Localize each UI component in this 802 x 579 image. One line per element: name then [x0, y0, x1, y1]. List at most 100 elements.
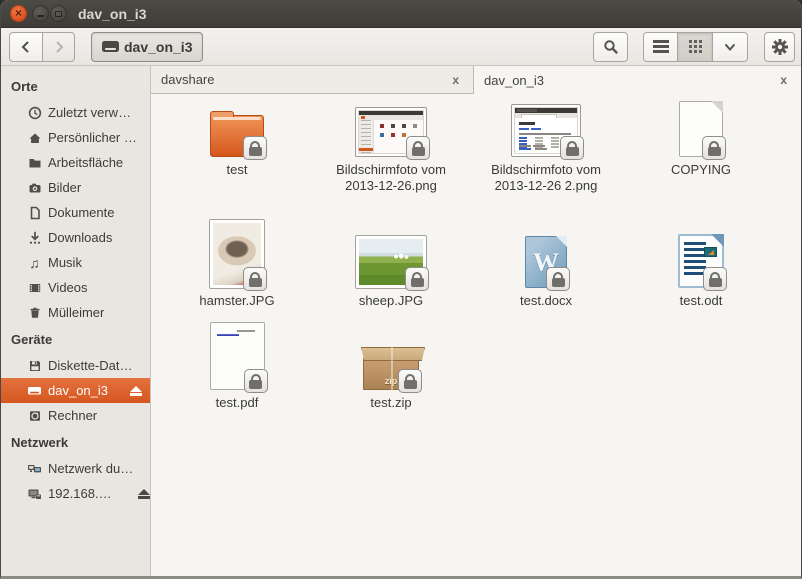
sidebar-item-music[interactable]: ♫ Musik	[1, 250, 150, 275]
file-item-odt[interactable]: test.odt	[631, 218, 771, 309]
sidebar-item-label: Dokumente	[48, 205, 114, 220]
file-name: test	[227, 162, 248, 178]
back-chevron-icon	[19, 40, 33, 54]
location-button[interactable]: dav_on_i3	[91, 32, 203, 62]
tab-bar: davshare x dav_on_i3 x	[151, 66, 801, 94]
back-button[interactable]	[9, 32, 42, 62]
tab-dav-on-i3[interactable]: dav_on_i3 x	[474, 66, 801, 94]
close-window-button[interactable]: ×	[10, 5, 27, 22]
lock-emblem-icon	[243, 136, 267, 160]
lock-emblem-icon	[244, 369, 268, 393]
lock-emblem-icon	[243, 267, 267, 291]
file-item-test-folder[interactable]: test	[167, 100, 307, 178]
list-view-button[interactable]	[643, 32, 678, 62]
lock-emblem-icon	[405, 267, 429, 291]
file-name: Bildschirmfoto vom 2013-12-26 2.png	[477, 162, 615, 194]
file-name: Bildschirmfoto vom 2013-12-26.png	[322, 162, 460, 194]
sidebar-item-dav-on-i3[interactable]: dav_on_i3	[1, 378, 150, 403]
view-options-dropdown[interactable]	[713, 32, 748, 62]
chevron-down-icon	[723, 40, 737, 54]
drive-icon	[27, 383, 42, 398]
search-icon	[603, 39, 619, 55]
sidebar-item-label: 192.168.…	[48, 486, 112, 501]
gear-icon	[771, 38, 789, 56]
file-manager-window: × dav_on_i3 dav_on_i3	[0, 0, 802, 579]
sidebar-item-computer[interactable]: Rechner	[1, 403, 150, 428]
sidebar-item-network-browse[interactable]: Netzwerk du…	[1, 456, 150, 481]
close-icon: ×	[15, 7, 22, 19]
sidebar-item-label: dav_on_i3	[48, 383, 108, 398]
sidebar-item-videos[interactable]: Videos	[1, 275, 150, 300]
sidebar-item-pictures[interactable]: Bilder	[1, 175, 150, 200]
floppy-icon	[27, 358, 42, 373]
file-name: hamster.JPG	[199, 293, 274, 309]
sidebar-item-home[interactable]: Persönlicher …	[1, 125, 150, 150]
maximize-window-button[interactable]	[50, 5, 67, 22]
maximize-icon	[55, 11, 62, 17]
file-item-zip[interactable]: zip test.zip	[321, 320, 461, 411]
file-name: test.zip	[370, 395, 411, 411]
main-area: Orte Zuletzt verw… Persönlicher … Arbeit…	[1, 66, 801, 576]
lock-emblem-icon	[703, 267, 727, 291]
file-item-copying[interactable]: COPYING	[631, 100, 771, 178]
navigation-buttons	[9, 32, 75, 62]
home-icon	[27, 130, 42, 145]
sidebar-item-label: Zuletzt verw…	[48, 105, 131, 120]
file-item-screenshot-1[interactable]: Bildschirmfoto vom 2013-12-26.png	[321, 100, 461, 194]
desktop-folder-icon	[27, 155, 42, 170]
file-item-docx[interactable]: W test.docx	[476, 218, 616, 309]
sidebar-item-label: Diskette-Dat…	[48, 358, 133, 373]
sidebar-header-devices: Geräte	[1, 325, 150, 353]
document-icon	[27, 205, 42, 220]
lock-emblem-icon	[406, 136, 430, 160]
content-pane: davshare x dav_on_i3 x test	[151, 66, 801, 576]
eject-button[interactable]	[130, 386, 142, 396]
sidebar: Orte Zuletzt verw… Persönlicher … Arbeit…	[1, 66, 151, 576]
sidebar-item-label: Bilder	[48, 180, 81, 195]
sidebar-item-desktop[interactable]: Arbeitsfläche	[1, 150, 150, 175]
sidebar-item-label: Arbeitsfläche	[48, 155, 123, 170]
file-item-pdf[interactable]: test.pdf	[167, 320, 307, 411]
minimize-window-button[interactable]	[32, 5, 49, 22]
minimize-icon	[37, 15, 44, 17]
sidebar-item-label: Mülleimer	[48, 305, 104, 320]
file-item-screenshot-2[interactable]: Bildschirmfoto vom 2013-12-26 2.png	[476, 100, 616, 194]
file-item-hamster[interactable]: hamster.JPG	[167, 218, 307, 309]
titlebar[interactable]: × dav_on_i3	[1, 0, 801, 28]
sidebar-item-remote-server[interactable]: 192.168.…	[1, 481, 150, 506]
clock-icon	[27, 105, 42, 120]
file-grid[interactable]: test Bildschirmfoto vom 2013-12-26.png	[151, 94, 801, 576]
tab-close-icon[interactable]: x	[776, 71, 791, 89]
lock-emblem-icon	[546, 267, 570, 291]
grid-view-button[interactable]	[678, 32, 713, 62]
file-name: test.odt	[680, 293, 723, 309]
drive-icon	[102, 41, 119, 52]
list-view-icon	[653, 40, 669, 43]
sidebar-item-documents[interactable]: Dokumente	[1, 200, 150, 225]
computer-icon	[27, 408, 42, 423]
toolbar: dav_on_i3	[1, 28, 801, 66]
tab-davshare[interactable]: davshare x	[151, 66, 474, 94]
tab-close-icon[interactable]: x	[448, 71, 463, 89]
sidebar-item-recent[interactable]: Zuletzt verw…	[1, 100, 150, 125]
tab-label: davshare	[161, 72, 448, 87]
sidebar-item-trash[interactable]: Mülleimer	[1, 300, 150, 325]
sidebar-item-label: Videos	[48, 280, 88, 295]
file-item-sheep[interactable]: sheep.JPG	[321, 218, 461, 309]
sidebar-item-floppy[interactable]: Diskette-Dat…	[1, 353, 150, 378]
sidebar-item-label: Downloads	[48, 230, 112, 245]
settings-button[interactable]	[764, 32, 795, 62]
search-button[interactable]	[593, 32, 628, 62]
camera-icon	[27, 180, 42, 195]
sidebar-item-label: Rechner	[48, 408, 97, 423]
remote-server-icon	[27, 486, 42, 501]
location-label: dav_on_i3	[124, 39, 192, 55]
music-icon: ♫	[27, 255, 42, 270]
eject-button[interactable]	[138, 489, 150, 499]
sidebar-item-downloads[interactable]: Downloads	[1, 225, 150, 250]
sidebar-item-label: Musik	[48, 255, 82, 270]
sidebar-header-places: Orte	[1, 72, 150, 100]
window-title: dav_on_i3	[78, 6, 146, 22]
sidebar-item-label: Netzwerk du…	[48, 461, 133, 476]
forward-button[interactable]	[42, 32, 75, 62]
